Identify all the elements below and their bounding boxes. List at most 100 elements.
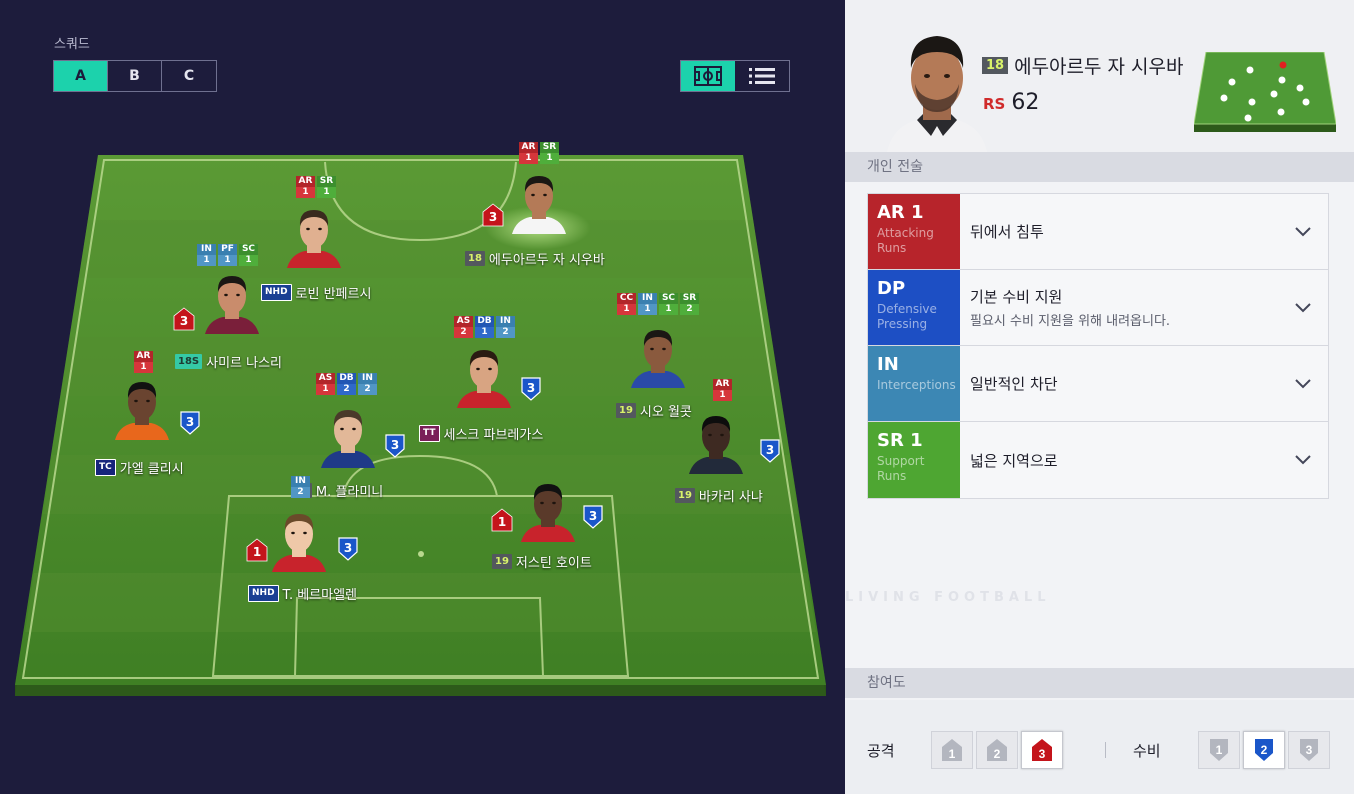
player-name-label: TC 가엘 클리시 [95,458,184,477]
player-face[interactable] [203,272,261,334]
involvement-panel: 공격 1 2 3 수비 1 2 3 [845,700,1354,794]
tactic-code: IN [877,354,899,375]
attack-level-3-button[interactable]: 3 [1021,731,1063,769]
attack-involvement-icon: 1 [491,508,513,532]
background-watermark: LIVING FOOTBALL LIVING FOOTBALL [845,590,1051,605]
defense-involvement-icon: 3 [583,505,603,529]
mini-dot [1296,84,1304,92]
mini-dot [1277,108,1285,116]
tactic-tag: AR 1 [519,142,538,164]
tactic-tags: AS 2 DB 1 IN 2 [454,316,515,338]
player-face[interactable] [319,406,377,468]
tactic-support-runs[interactable]: SR 1 Support Runs 넓은 지역으로 [868,422,1328,498]
mini-dot [1246,66,1254,74]
tactic-full-name: Interceptions [877,378,956,392]
house-icon: 2 [987,739,1007,761]
tactic-full-name: Attacking Runs [877,226,934,255]
chevron-down-icon[interactable] [1278,194,1328,269]
tactic-title: 일반적인 차단 [970,375,1058,393]
player-name-label: 19 저스틴 호이트 [492,552,592,571]
player-face[interactable] [519,480,577,542]
svg-text:3: 3 [1306,743,1313,757]
player-face[interactable] [270,510,328,572]
chevron-down-icon[interactable] [1278,270,1328,345]
player-name: 세스크 파브레가스 [443,428,544,443]
player-name: 18 에두아르두 자 시우바 [982,52,1184,79]
tactic-title: 기본 수비 지원 [970,288,1063,306]
attack-level-1-button[interactable]: 1 [931,731,973,769]
tactic-description: 필요시 수비 지원을 위해 내려옵니다. [970,314,1171,329]
chevron-down-icon[interactable] [1278,346,1328,421]
season-badge: 19 [492,554,512,569]
player-face[interactable] [510,172,568,234]
svg-text:1: 1 [1216,743,1223,757]
player-face[interactable] [687,412,745,474]
section-involvement: 참여도 [845,668,1354,698]
player-name-label: TT 세스크 파브레가스 [419,424,543,443]
season-badge: 19 [616,403,636,418]
tactic-tags: IN 2 [291,476,310,498]
player-detail-panel: LIVING FOOTBALL LIVING FOOTBALL 18 에두아르두… [845,0,1354,794]
player-name-text: 에두아르두 자 시우바 [1014,56,1184,78]
player-name: 로빈 반페르시 [295,287,372,302]
season-badge: NHD [248,585,279,602]
tactic-code-cell: AR 1 Attacking Runs [868,194,960,269]
player-face[interactable] [455,346,513,408]
formation-panel: 스쿼드 A B C AR 1 SR 1 3 18 에두아르두 자 시우바 AR … [0,0,845,794]
shield-icon: 3 [1300,739,1318,761]
tactic-tags: AR 1 [713,379,732,401]
player-position: RS 62 [983,90,1039,115]
player-name-label: NHD 로빈 반페르시 [261,283,371,302]
tactic-tags: AR 1 SR 1 [296,176,336,198]
svg-text:2: 2 [1261,743,1268,757]
tactic-tags: AR 1 SR 1 [519,142,559,164]
player-name: 저스틴 호이트 [515,556,592,571]
tactic-tag: AR 1 [713,379,732,401]
position-rating: 62 [1011,90,1040,115]
defense-involvement-icon: 3 [180,411,200,435]
attack-level-2-button[interactable]: 2 [976,731,1018,769]
player-name: 시오 월콧 [639,405,692,420]
section-individual-tactics: 개인 전술 [845,152,1354,182]
tactic-interceptions[interactable]: IN Interceptions 일반적인 차단 [868,346,1328,422]
chevron-down-icon[interactable] [1278,422,1328,498]
mini-dot [1302,98,1310,106]
season-badge: 18S [175,354,203,369]
defense-level-1-button[interactable]: 1 [1198,731,1240,769]
tactic-code: SR 1 [877,430,923,451]
player-face[interactable] [285,206,343,268]
tactic-defensive-pressing[interactable]: DP Defensive Pressing 기본 수비 지원 필요시 수비 지원… [868,270,1328,346]
defense-level-2-button[interactable]: 2 [1243,731,1285,769]
player-face[interactable] [629,326,687,388]
player-name-label: NHD T. 베르마엘렌 [248,584,357,603]
house-icon: 1 [942,739,962,761]
defense-involvement-icon: 3 [521,377,541,401]
tactics-list: AR 1 Attacking Runs 뒤에서 침투 DP Defensive … [867,193,1329,499]
season-badge: 19 [675,488,695,503]
tactic-title: 뒤에서 침투 [970,223,1044,241]
player-name: M. 플라미니 [315,485,384,500]
position-label: RS [983,95,1006,113]
tactic-code-cell: SR 1 Support Runs [868,422,960,498]
tactic-tag: IN 2 [496,316,515,338]
tactic-full-name: Support Runs [877,454,925,483]
tactic-attacking-runs[interactable]: AR 1 Attacking Runs 뒤에서 침투 [868,194,1328,270]
defense-involvement-icon: 3 [338,537,358,561]
shield-icon: 2 [1255,739,1273,761]
tactic-code-cell: IN Interceptions [868,346,960,421]
season-badge: TC [95,459,116,476]
player-face[interactable] [113,378,171,440]
defense-level-3-button[interactable]: 3 [1288,731,1330,769]
mini-dot [1270,90,1278,98]
svg-text:3: 3 [1039,747,1046,761]
shield-icon: 1 [1210,739,1228,761]
mini-dot [1248,98,1256,106]
mini-dot [1228,78,1236,86]
tactic-code: DP [877,278,906,299]
tactic-tags: IN 1 PF 1 SC 1 [197,244,258,266]
player-portrait [887,36,987,152]
player-number-badge: 18 [982,57,1009,74]
mini-dot [1278,76,1286,84]
player-name: 에두아르두 자 시우바 [488,253,605,268]
player-header: 18 에두아르두 자 시우바 RS 62 [845,0,1354,152]
